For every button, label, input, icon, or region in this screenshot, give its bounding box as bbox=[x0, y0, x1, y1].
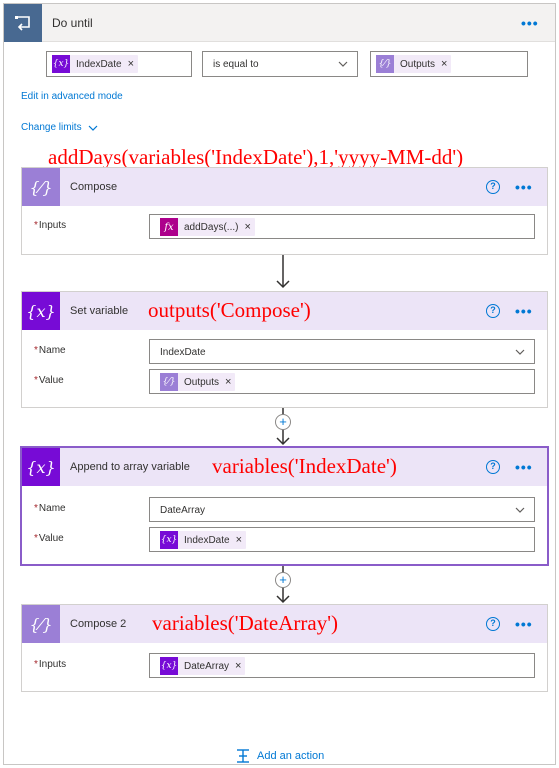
action-card-append-to-array[interactable]: {x} Append to array variable variables('… bbox=[21, 447, 548, 565]
card-title: Compose 2 bbox=[70, 618, 127, 630]
token-label: Outputs bbox=[400, 58, 436, 70]
change-limits-label: Change limits bbox=[21, 122, 82, 133]
token-label: addDays(...) bbox=[184, 221, 239, 233]
more-options-icon[interactable]: ••• bbox=[521, 16, 539, 30]
inputs-field[interactable]: {x} DateArray × bbox=[149, 653, 535, 678]
token-label: IndexDate bbox=[76, 58, 122, 70]
variable-icon: {x} bbox=[160, 531, 178, 549]
card-title: Compose bbox=[70, 181, 118, 193]
compose-icon: {⁄} bbox=[22, 168, 60, 206]
chevron-down-icon bbox=[515, 349, 525, 355]
action-card-compose[interactable]: {⁄} Compose ? ••• *Inputs fx addDays(...… bbox=[21, 167, 548, 255]
more-options-icon[interactable]: ••• bbox=[515, 180, 533, 194]
add-action-label: Add an action bbox=[257, 750, 325, 762]
more-options-icon[interactable]: ••• bbox=[515, 617, 533, 631]
do-until-header[interactable]: Do until ••• bbox=[4, 4, 555, 42]
dynamic-content-token[interactable]: {⁄} Outputs × bbox=[160, 373, 236, 391]
condition-right-token[interactable]: {⁄} Outputs × bbox=[376, 55, 452, 73]
insert-step-button[interactable]: + bbox=[275, 572, 291, 588]
variable-icon: {x} bbox=[160, 657, 178, 675]
loop-icon bbox=[4, 4, 42, 42]
dynamic-content-token[interactable]: {x} IndexDate × bbox=[160, 531, 247, 549]
field-label: *Value bbox=[34, 375, 64, 386]
action-card-set-variable[interactable]: {x} Set variable outputs('Compose') ? ••… bbox=[21, 291, 548, 408]
value-field[interactable]: {⁄} Outputs × bbox=[149, 369, 535, 394]
compose-icon: {⁄} bbox=[22, 605, 60, 643]
token-label: DateArray bbox=[184, 660, 230, 672]
do-until-title: Do until bbox=[52, 16, 93, 30]
field-label: *Inputs bbox=[34, 659, 67, 670]
token-label: Outputs bbox=[184, 376, 220, 388]
help-icon[interactable]: ? bbox=[486, 617, 500, 631]
card-header[interactable]: {x} Append to array variable variables('… bbox=[22, 448, 547, 486]
insert-step-button[interactable]: + bbox=[275, 414, 291, 430]
field-label: *Name bbox=[34, 345, 66, 356]
variable-icon: {x} bbox=[22, 292, 60, 330]
condition-left-token[interactable]: {x} IndexDate × bbox=[52, 55, 139, 73]
help-icon[interactable]: ? bbox=[486, 460, 500, 474]
chevron-down-icon bbox=[338, 61, 348, 67]
condition-left-field[interactable]: {x} IndexDate × bbox=[46, 51, 192, 77]
change-limits-link[interactable]: Change limits bbox=[21, 122, 98, 133]
remove-token-icon[interactable]: × bbox=[225, 376, 231, 388]
help-icon[interactable]: ? bbox=[486, 304, 500, 318]
token-label: IndexDate bbox=[184, 534, 230, 546]
field-label: *Inputs bbox=[34, 220, 67, 231]
name-select[interactable]: DateArray bbox=[149, 497, 535, 522]
remove-token-icon[interactable]: × bbox=[128, 58, 134, 70]
annotation-set-variable: outputs('Compose') bbox=[148, 298, 311, 322]
card-header[interactable]: {⁄} Compose ? ••• bbox=[22, 168, 547, 206]
variable-icon: {x} bbox=[52, 55, 70, 73]
more-options-icon[interactable]: ••• bbox=[515, 304, 533, 318]
help-icon[interactable]: ? bbox=[486, 180, 500, 194]
edit-advanced-mode-link[interactable]: Edit in advanced mode bbox=[21, 91, 123, 102]
remove-token-icon[interactable]: × bbox=[441, 58, 447, 70]
chevron-down-icon bbox=[88, 125, 98, 131]
card-title: Append to array variable bbox=[70, 461, 190, 473]
card-title: Set variable bbox=[70, 305, 129, 317]
condition-operator-select[interactable]: is equal to bbox=[202, 51, 358, 77]
compose-icon: {⁄} bbox=[160, 373, 178, 391]
name-select[interactable]: IndexDate bbox=[149, 339, 535, 364]
more-options-icon[interactable]: ••• bbox=[515, 460, 533, 474]
name-value: IndexDate bbox=[160, 347, 206, 358]
field-label: *Name bbox=[34, 503, 66, 514]
remove-token-icon[interactable]: × bbox=[244, 221, 250, 233]
remove-token-icon[interactable]: × bbox=[235, 660, 241, 672]
annotation-compose-2: variables('DateArray') bbox=[152, 611, 338, 635]
expression-token[interactable]: fx addDays(...) × bbox=[160, 218, 255, 236]
card-header[interactable]: {x} Set variable outputs('Compose') ? ••… bbox=[22, 292, 547, 330]
field-label: *Value bbox=[34, 533, 64, 544]
fx-icon: fx bbox=[160, 218, 178, 236]
flow-arrow-icon bbox=[276, 255, 290, 289]
compose-icon: {⁄} bbox=[376, 55, 394, 73]
value-field[interactable]: {x} IndexDate × bbox=[149, 527, 535, 552]
dynamic-content-token[interactable]: {x} DateArray × bbox=[160, 657, 246, 675]
action-card-compose-2[interactable]: {⁄} Compose 2 variables('DateArray') ? •… bbox=[21, 604, 548, 692]
do-until-container: Do until ••• {x} IndexDate × is equal to… bbox=[3, 3, 556, 765]
remove-token-icon[interactable]: × bbox=[236, 534, 242, 546]
name-value: DateArray bbox=[160, 505, 206, 516]
inputs-field[interactable]: fx addDays(...) × bbox=[149, 214, 535, 239]
chevron-down-icon bbox=[515, 507, 525, 513]
card-header[interactable]: {⁄} Compose 2 variables('DateArray') ? •… bbox=[22, 605, 547, 643]
operator-value: is equal to bbox=[213, 59, 259, 70]
add-action-button[interactable]: Add an action bbox=[235, 748, 324, 764]
annotation-append: variables('IndexDate') bbox=[212, 454, 397, 478]
condition-right-field[interactable]: {⁄} Outputs × bbox=[370, 51, 528, 77]
add-action-icon bbox=[237, 749, 249, 763]
variable-icon: {x} bbox=[22, 448, 60, 486]
